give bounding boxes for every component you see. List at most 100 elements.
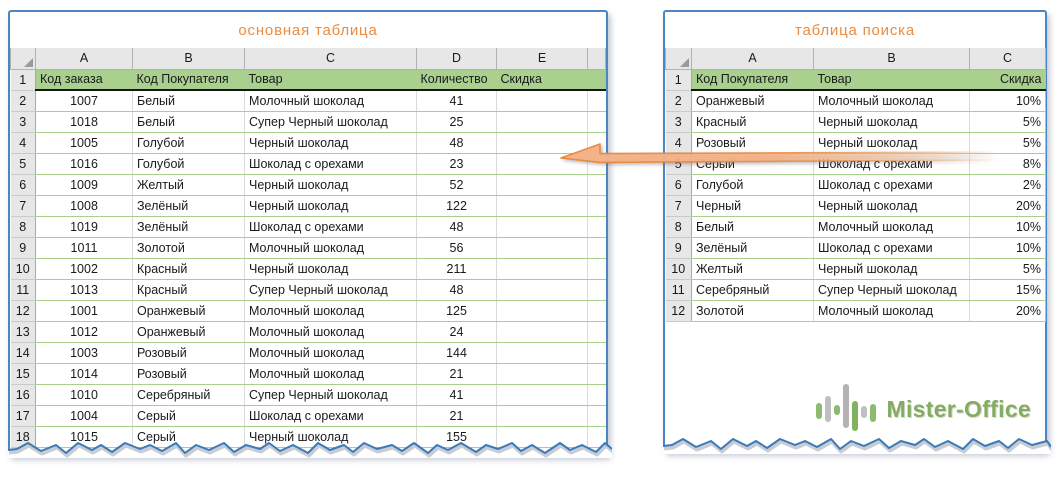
cell[interactable]: Желтый bbox=[692, 258, 814, 279]
cell[interactable]: Золотой bbox=[133, 237, 245, 258]
row-number[interactable]: 10 bbox=[666, 258, 692, 279]
cell[interactable] bbox=[497, 300, 588, 321]
column-letter[interactable]: D bbox=[417, 48, 497, 69]
table-header-cell[interactable]: Скидка bbox=[497, 69, 588, 90]
cell[interactable]: Молочный шоколад bbox=[245, 237, 417, 258]
cell[interactable]: 1002 bbox=[36, 258, 133, 279]
cell[interactable] bbox=[497, 405, 588, 426]
cell[interactable] bbox=[497, 363, 588, 384]
cell[interactable]: Молочный шоколад bbox=[814, 90, 970, 111]
column-letter[interactable]: A bbox=[36, 48, 133, 69]
cell[interactable]: 52 bbox=[417, 174, 497, 195]
cell[interactable]: Молочный шоколад bbox=[245, 363, 417, 384]
cell[interactable]: Красный bbox=[133, 258, 245, 279]
column-letter[interactable]: A bbox=[692, 48, 814, 69]
cell[interactable]: Молочный шоколад bbox=[814, 300, 970, 321]
cell[interactable]: 41 bbox=[417, 90, 497, 111]
cell[interactable]: Красный bbox=[692, 111, 814, 132]
cell[interactable]: 10% bbox=[970, 237, 1046, 258]
cell[interactable]: 155 bbox=[417, 426, 497, 447]
cell[interactable] bbox=[497, 384, 588, 405]
cell[interactable] bbox=[497, 342, 588, 363]
cell[interactable]: 10% bbox=[970, 90, 1046, 111]
cell[interactable]: 1010 bbox=[36, 384, 133, 405]
table-header-cell[interactable]: Код заказа bbox=[36, 69, 133, 90]
cell[interactable] bbox=[497, 195, 588, 216]
cell[interactable]: 48 bbox=[417, 132, 497, 153]
cell[interactable]: Оранжевый bbox=[133, 300, 245, 321]
cell[interactable]: Розовый bbox=[133, 363, 245, 384]
row-number[interactable]: 1 bbox=[666, 69, 692, 90]
cell[interactable]: Розовый bbox=[133, 342, 245, 363]
cell[interactable]: 1014 bbox=[36, 363, 133, 384]
cell[interactable]: Черный шоколад bbox=[245, 174, 417, 195]
cell[interactable]: 125 bbox=[417, 300, 497, 321]
cell[interactable]: 144 bbox=[417, 342, 497, 363]
cell[interactable]: 10% bbox=[970, 216, 1046, 237]
cell[interactable]: 23 bbox=[417, 153, 497, 174]
cell[interactable]: Серебряный bbox=[133, 384, 245, 405]
cell[interactable]: 1005 bbox=[36, 132, 133, 153]
cell[interactable]: Супер Черный шоколад bbox=[245, 384, 417, 405]
cell[interactable] bbox=[497, 321, 588, 342]
cell[interactable]: 41 bbox=[417, 384, 497, 405]
cell[interactable]: Белый bbox=[133, 90, 245, 111]
row-number[interactable]: 2 bbox=[11, 90, 36, 111]
cell[interactable]: Оранжевый bbox=[133, 321, 245, 342]
cell[interactable]: Черный bbox=[692, 195, 814, 216]
cell[interactable]: Желтый bbox=[133, 174, 245, 195]
cell[interactable]: Черный шоколад bbox=[814, 258, 970, 279]
cell[interactable]: 1011 bbox=[36, 237, 133, 258]
cell[interactable]: Черный шоколад bbox=[245, 132, 417, 153]
cell[interactable] bbox=[497, 216, 588, 237]
cell[interactable]: Оранжевый bbox=[692, 90, 814, 111]
row-number[interactable]: 5 bbox=[11, 153, 36, 174]
column-letter[interactable]: E bbox=[497, 48, 588, 69]
cell[interactable]: Серебряный bbox=[692, 279, 814, 300]
row-number[interactable]: 12 bbox=[666, 300, 692, 321]
cell[interactable]: Серый bbox=[133, 405, 245, 426]
cell[interactable] bbox=[497, 279, 588, 300]
row-number[interactable]: 1 bbox=[11, 69, 36, 90]
cell[interactable]: 1004 bbox=[36, 405, 133, 426]
cell[interactable]: Золотой bbox=[692, 300, 814, 321]
cell[interactable] bbox=[497, 90, 588, 111]
row-number[interactable]: 3 bbox=[11, 111, 36, 132]
cell[interactable]: 21 bbox=[417, 405, 497, 426]
cell[interactable]: 48 bbox=[417, 216, 497, 237]
cell[interactable] bbox=[497, 111, 588, 132]
cell[interactable]: Красный bbox=[133, 279, 245, 300]
cell[interactable]: 25 bbox=[417, 111, 497, 132]
cell[interactable]: 20% bbox=[970, 300, 1046, 321]
cell[interactable]: Молочный шоколад bbox=[814, 216, 970, 237]
cell[interactable]: Черный шоколад bbox=[814, 195, 970, 216]
cell[interactable]: Серый bbox=[133, 426, 245, 447]
cell[interactable]: 1007 bbox=[36, 90, 133, 111]
cell[interactable]: 5% bbox=[970, 111, 1046, 132]
table-header-cell[interactable]: Товар bbox=[814, 69, 970, 90]
row-number[interactable]: 15 bbox=[11, 363, 36, 384]
column-letter[interactable]: C bbox=[245, 48, 417, 69]
cell[interactable]: 24 bbox=[417, 321, 497, 342]
cell[interactable]: Черный шоколад bbox=[245, 426, 417, 447]
cell[interactable]: 1012 bbox=[36, 321, 133, 342]
cell[interactable]: 122 bbox=[417, 195, 497, 216]
row-number[interactable]: 9 bbox=[666, 237, 692, 258]
cell[interactable]: Черный шоколад bbox=[245, 258, 417, 279]
cell[interactable]: 20% bbox=[970, 195, 1046, 216]
row-number[interactable]: 18 bbox=[11, 426, 36, 447]
column-letter[interactable]: C bbox=[970, 48, 1046, 69]
cell[interactable]: 1018 bbox=[36, 111, 133, 132]
row-number[interactable]: 7 bbox=[666, 195, 692, 216]
row-number[interactable]: 11 bbox=[666, 279, 692, 300]
row-number[interactable]: 3 bbox=[666, 111, 692, 132]
cell[interactable]: Белый bbox=[133, 111, 245, 132]
row-number[interactable]: 8 bbox=[666, 216, 692, 237]
select-all-corner[interactable] bbox=[666, 48, 692, 69]
cell[interactable]: Голубой bbox=[133, 153, 245, 174]
row-number[interactable]: 17 bbox=[11, 405, 36, 426]
cell[interactable]: 1013 bbox=[36, 279, 133, 300]
cell[interactable]: 15% bbox=[970, 279, 1046, 300]
table-header-cell[interactable]: Скидка bbox=[970, 69, 1046, 90]
cell[interactable]: 1008 bbox=[36, 195, 133, 216]
